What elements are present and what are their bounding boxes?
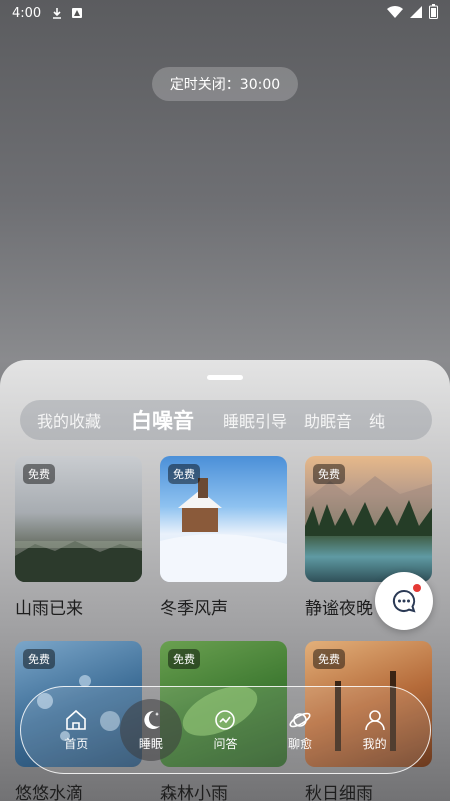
nav-sleep[interactable]: 睡眠 [119, 699, 182, 761]
category-tabs: 我的收藏 白噪音 睡眠引导 助眠音 纯 [20, 400, 432, 440]
download-icon [53, 8, 62, 19]
nav-qa-label: 问答 [213, 737, 238, 751]
sound-title: 悠悠水滴 [15, 784, 83, 801]
nav-sleep-label: 睡眠 [138, 737, 163, 751]
status-bar: 4:00 [0, 0, 450, 26]
nav-healing-chat[interactable]: 聊愈 [269, 699, 331, 761]
profile-icon [364, 710, 385, 731]
nav-profile-label: 我的 [362, 737, 387, 751]
tab-pure[interactable]: 纯 [352, 408, 385, 432]
sound-thumbnail: 免费 [15, 456, 142, 582]
sheet-drag-handle[interactable] [207, 375, 243, 380]
sound-title: 森林小雨 [160, 784, 228, 801]
tab-sleep-aid-sounds[interactable]: 助眠音 [287, 408, 352, 432]
free-badge: 免费 [168, 464, 200, 484]
bottom-navigation: 首页 睡眠 问答 聊愈 我的 [20, 686, 431, 774]
free-badge: 免费 [23, 464, 55, 484]
home-icon [66, 709, 87, 730]
sound-title: 山雨已来 [15, 599, 83, 619]
status-time: 4:00 [12, 5, 42, 21]
free-badge: 免费 [168, 649, 200, 669]
free-badge: 免费 [313, 649, 345, 669]
nav-healing-chat-label: 聊愈 [288, 737, 313, 751]
app-notification-icon [72, 8, 83, 18]
moon-icon [144, 710, 160, 729]
notification-dot [413, 584, 421, 592]
sleep-timer-button[interactable]: 定时关闭：30:00 [152, 67, 298, 101]
sleep-timer-label: 定时关闭：30:00 [169, 77, 281, 93]
qa-icon [215, 710, 236, 730]
sound-title: 冬季风声 [160, 599, 228, 619]
battery-icon [429, 4, 438, 19]
planet-icon [289, 712, 311, 728]
sound-title: 秋日细雨 [305, 784, 373, 801]
tab-favorites[interactable]: 我的收藏 [20, 408, 101, 432]
sound-thumbnail: 免费 [160, 456, 287, 582]
wifi-icon [387, 5, 403, 18]
sound-card[interactable]: 免费 冬季风声 [160, 456, 287, 619]
tab-sleep-guide[interactable]: 睡眠引导 [206, 408, 287, 432]
free-badge: 免费 [23, 649, 55, 669]
chat-bubble-icon [392, 589, 416, 613]
nav-qa[interactable]: 问答 [194, 699, 256, 761]
nav-home[interactable]: 首页 [45, 699, 107, 761]
nav-profile[interactable]: 我的 [344, 699, 406, 761]
signal-icon [410, 5, 422, 18]
sound-card[interactable]: 免费 山雨已来 [15, 456, 142, 619]
sound-thumbnail: 免费 [305, 456, 432, 582]
free-badge: 免费 [313, 464, 345, 484]
tab-white-noise[interactable]: 白噪音 [101, 405, 206, 435]
nav-home-label: 首页 [64, 737, 89, 751]
chat-button[interactable] [375, 572, 433, 630]
